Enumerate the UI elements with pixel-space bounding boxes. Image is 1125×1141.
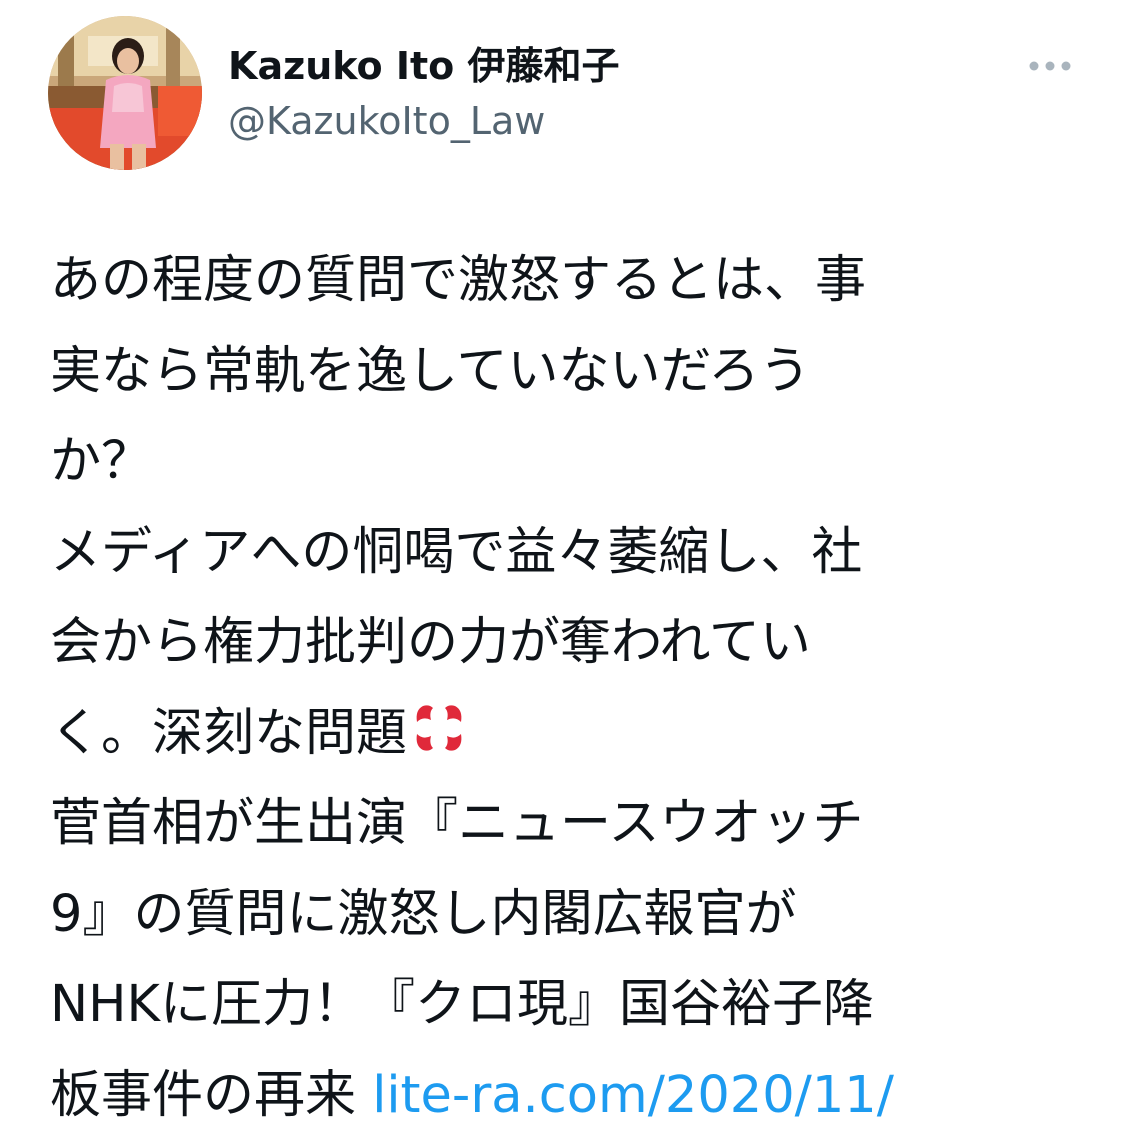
tweet-line-with-emoji: く。深刻な問題: [50, 689, 1090, 780]
tweet-line: か？: [50, 417, 1090, 508]
tweet-line: 9』の質問に激怒し内閣広報官が: [50, 870, 1090, 961]
tweet-line: あの程度の質問で激怒するとは、事: [50, 236, 1090, 327]
tweet-line-text: 板事件の再来: [50, 1066, 372, 1125]
tweet-text: あの程度の質問で激怒するとは、事 実なら常軌を逸していないだろう か？ メディア…: [50, 236, 1090, 1141]
tweet-line: メディアへの恫喝で益々萎縮し、社: [50, 508, 1090, 599]
tweet-line: 実なら常軌を逸していないだろう: [50, 327, 1090, 418]
tweet-line-with-link: 板事件の再来 lite-ra.com/2020/11/: [50, 1051, 1090, 1141]
avatar[interactable]: [48, 16, 202, 170]
tweet-line-text: く。深刻な問題: [50, 704, 407, 763]
user-handle[interactable]: @KazukoIto_Law: [228, 95, 545, 147]
more-horizontal-icon: [1028, 60, 1072, 72]
more-button[interactable]: [1022, 46, 1078, 86]
tweet-link[interactable]: lite-ra.com/2020/11/: [372, 1066, 894, 1125]
tweet-line: 会から権力批判の力が奪われてい: [50, 598, 1090, 689]
tweet-line: NHKに圧力！『クロ現』国谷裕子降: [50, 960, 1090, 1051]
anger-symbol-emoji-icon: [411, 695, 467, 786]
tweet-line: 菅首相が生出演『ニュースウオッチ: [50, 779, 1090, 870]
display-name[interactable]: Kazuko Ito 伊藤和子: [228, 40, 620, 92]
